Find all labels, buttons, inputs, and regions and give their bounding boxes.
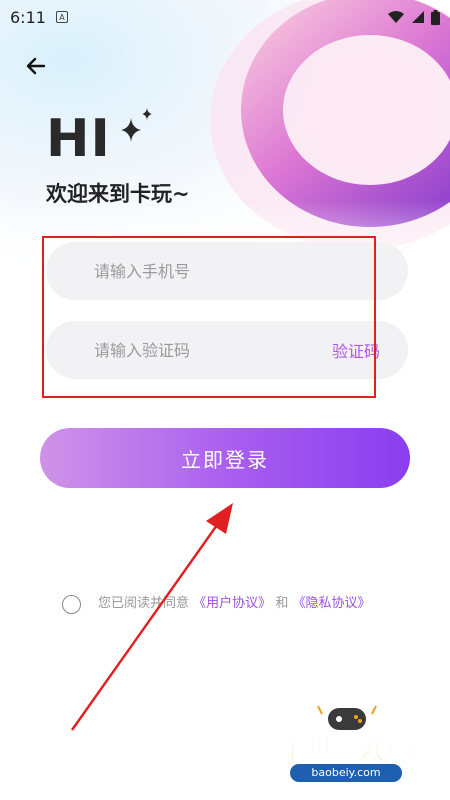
- wifi-icon: [388, 11, 404, 23]
- watermark: 宝贝游戏网 baobeiy.com: [262, 700, 432, 792]
- back-arrow-icon[interactable]: [20, 50, 52, 82]
- notification-icon: A: [55, 11, 68, 23]
- sparkle-icon: [120, 108, 152, 142]
- code-field[interactable]: 验证码: [46, 321, 408, 379]
- privacy-policy-link[interactable]: 《隐私协议》: [292, 596, 370, 611]
- battery-icon: [431, 9, 440, 25]
- get-code-button[interactable]: 验证码: [332, 338, 380, 362]
- watermark-url: baobeiy.com: [290, 764, 402, 782]
- phone-input[interactable]: [46, 260, 336, 282]
- phone-field[interactable]: [46, 242, 408, 300]
- code-input[interactable]: [46, 339, 336, 361]
- greeting-block: HI: [46, 108, 157, 169]
- greeting-title: HI: [46, 109, 111, 169]
- agreement-line: 您已阅读并同意 《用户协议》 和 《隐私协议》: [62, 592, 392, 616]
- status-bar: 6:11 A: [0, 0, 450, 34]
- signal-icon: [412, 11, 424, 23]
- watermark-title: 宝贝游戏网: [279, 736, 415, 767]
- status-right: [387, 9, 440, 25]
- agreement-joiner: 和: [275, 596, 289, 611]
- user-agreement-link[interactable]: 《用户协议》: [193, 596, 271, 611]
- agreement-text: 您已阅读并同意 《用户协议》 和 《隐私协议》: [62, 592, 392, 616]
- status-time: 6:11: [10, 7, 46, 27]
- welcome-text: 欢迎来到卡玩~: [46, 182, 190, 206]
- agreement-prefix: 您已阅读并同意: [98, 596, 190, 611]
- login-button[interactable]: 立即登录: [40, 428, 410, 488]
- status-left: 6:11 A: [10, 8, 68, 27]
- agree-checkbox[interactable]: [62, 595, 81, 614]
